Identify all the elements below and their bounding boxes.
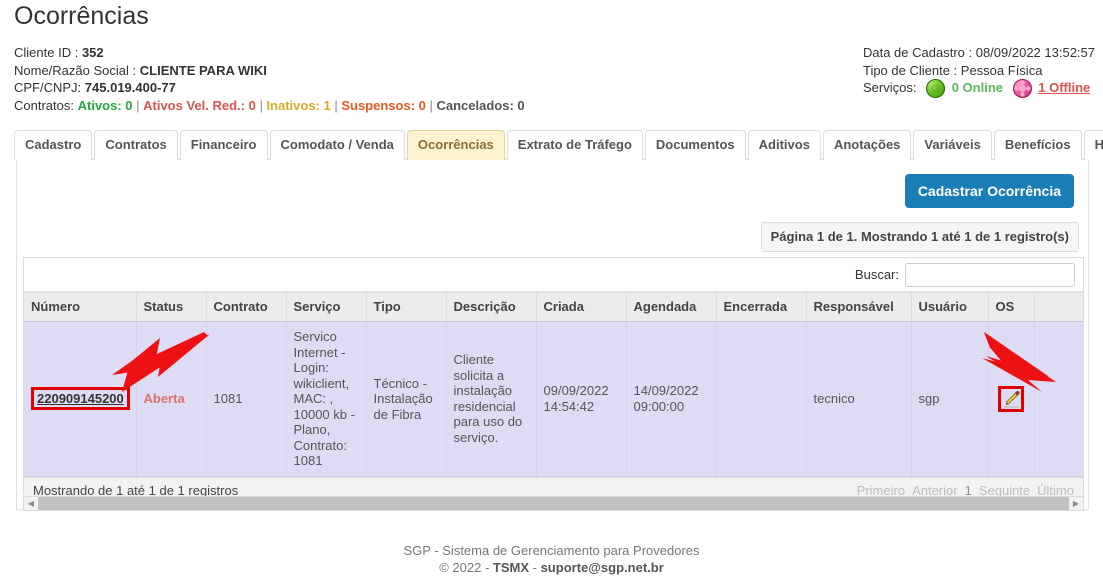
column-header-os[interactable]: OS xyxy=(988,292,1035,322)
encerrada-cell xyxy=(716,321,807,477)
contracts-ativos: Ativos: 0 xyxy=(77,97,133,113)
criada-cell: 09/09/2022 14:54:42 xyxy=(536,321,627,477)
client-name-label: Nome/Razão Social : xyxy=(14,62,137,78)
status-badge: Aberta xyxy=(143,391,185,406)
column-header-criada[interactable]: Criada xyxy=(536,292,627,322)
footer-line-1: SGP - Sistema de Gerenciamento para Prov… xyxy=(403,543,700,558)
cadastrar-ocorrencia-button[interactable]: Cadastrar Ocorrência xyxy=(904,174,1074,208)
client-name-row: Nome/Razão Social : CLIENTE PARA WIKI xyxy=(14,62,525,80)
pink-dizzy-circle-icon xyxy=(1012,79,1032,99)
tab-ocorr-ncias[interactable]: Ocorrências xyxy=(406,130,505,160)
table-row: 220909145200 Aberta 1081 Servico Internet -… xyxy=(24,321,1083,477)
contracts-suspensos: Suspensos: 0 xyxy=(341,97,426,113)
green-circle-icon xyxy=(926,79,946,99)
client-doc-row: CPF/CNPJ: 745.019.400-77 xyxy=(14,79,525,97)
footer-brand: TSMX xyxy=(492,560,530,575)
offline-count-link[interactable]: 1 Offline xyxy=(1038,80,1090,95)
column-header-tipo[interactable]: Tipo xyxy=(366,292,447,322)
search-label: Buscar: xyxy=(854,267,899,282)
search-bar: Buscar: xyxy=(24,258,1083,292)
column-header-n-mero[interactable]: Número xyxy=(24,292,137,322)
servico-cell: Servico Internet - Login: wikiclient, MA… xyxy=(286,321,367,477)
tab-bar: Cadastro Contratos Financeiro Comodato / Ve… xyxy=(14,128,1103,160)
occurrence-number-link[interactable]: 220909145200 xyxy=(31,387,130,411)
column-header-respons-vel[interactable]: Responsável xyxy=(806,292,912,322)
meta-info-block: Data de Cadastro : 08/09/2022 13:52:57 T… xyxy=(862,44,1095,99)
client-contracts-row: Contratos: Ativos: 0 | Ativos Vel. Red.:… xyxy=(14,97,525,113)
client-id-row: Cliente ID : 352 xyxy=(14,44,525,62)
usuario-cell: sgp xyxy=(911,321,989,477)
column-header-actions[interactable] xyxy=(1034,292,1083,322)
search-input[interactable] xyxy=(905,262,1075,287)
scroll-right-arrow-icon[interactable]: ▶ xyxy=(1069,497,1083,510)
column-header-servi-o[interactable]: Serviço xyxy=(286,292,367,322)
online-count: 0 Online xyxy=(951,80,1003,95)
occurrences-table-wrapper: Buscar: Número Status Contrato Serviço Tipo D… xyxy=(23,257,1084,503)
client-id-value: 352 xyxy=(81,45,104,60)
column-header-descri-o[interactable]: Descrição xyxy=(446,292,537,322)
page-title: Ocorrências xyxy=(14,2,149,30)
client-info-block: Cliente ID : 352 Nome/Razão Social : CLI… xyxy=(14,44,525,114)
tab-financeiro[interactable]: Financeiro xyxy=(179,130,268,160)
page-footer: SGP - Sistema de Gerenciamento para Prov… xyxy=(0,542,1103,576)
page-info-badge: Página 1 de 1. Mostrando 1 até 1 de 1 re… xyxy=(760,222,1079,252)
client-doc-value: 745.019.400-77 xyxy=(84,80,176,95)
footer-line-2: © 2022 - TSMX - suporte@sgp.net.br xyxy=(0,559,1103,576)
occurrences-table: Número Status Contrato Serviço Tipo Descrição… xyxy=(24,292,1083,477)
client-id-label: Cliente ID : xyxy=(14,45,79,60)
contrato-cell: 1081 xyxy=(206,321,287,477)
content-panel: Cadastrar Ocorrência Página 1 de 1. Most… xyxy=(16,160,1089,511)
horizontal-scrollbar[interactable]: ◀ ▶ xyxy=(23,496,1084,511)
contracts-inativos: Inativos: 1 xyxy=(266,97,331,113)
tab-contratos[interactable]: Contratos xyxy=(94,130,178,160)
contracts-cancelados: Cancelados: 0 xyxy=(436,97,525,113)
client-doc-label: CPF/CNPJ: xyxy=(14,80,82,95)
table-body: 220909145200 Aberta 1081 Servico Internet -… xyxy=(24,321,1083,477)
actions-cell xyxy=(1034,321,1083,477)
tab-benef-cios[interactable]: Benefícios xyxy=(993,130,1082,160)
pencil-edit-icon[interactable] xyxy=(1002,390,1022,410)
status-cell: Aberta xyxy=(136,321,207,477)
services-label: Serviços: xyxy=(862,80,917,95)
responsavel-cell: tecnico xyxy=(806,321,912,477)
os-highlight-box xyxy=(998,385,1024,412)
client-name-value: CLIENTE PARA WIKI xyxy=(139,62,267,78)
footer-dash: - xyxy=(529,560,541,575)
column-header-usu-rio[interactable]: Usuário xyxy=(911,292,989,322)
tab-cadastro[interactable]: Cadastro xyxy=(14,130,93,160)
tab-extrato-de-tr-fego[interactable]: Extrato de Tráfego xyxy=(506,130,643,160)
scroll-left-arrow-icon[interactable]: ◀ xyxy=(24,497,38,510)
tipo-cell: Técnico - Instalação de Fibra xyxy=(366,321,447,477)
tab-vari-veis[interactable]: Variáveis xyxy=(913,130,992,160)
tab-comodato-venda[interactable]: Comodato / Venda xyxy=(269,130,405,160)
tab-hist-rico[interactable]: Histórico xyxy=(1083,130,1103,160)
tab-anota-es[interactable]: Anotações xyxy=(822,130,912,160)
column-header-status[interactable]: Status xyxy=(136,292,207,322)
client-type: Tipo de Cliente : Pessoa Física xyxy=(862,62,1043,78)
tab-documentos[interactable]: Documentos xyxy=(644,130,746,160)
table-header-row: Número Status Contrato Serviço Tipo Descrição… xyxy=(24,292,1083,322)
os-cell xyxy=(988,321,1035,477)
numero-cell: 220909145200 xyxy=(24,321,137,477)
column-header-contrato[interactable]: Contrato xyxy=(206,292,287,322)
descricao-cell: Cliente solicita a instalação residencia… xyxy=(446,321,537,477)
footer-email: suporte@sgp.net.br xyxy=(540,560,664,575)
footer-copyright: © 2022 - xyxy=(439,560,493,575)
contracts-ativos-vel-red: Ativos Vel. Red.: 0 xyxy=(143,97,256,113)
contracts-label: Contratos: xyxy=(14,97,74,113)
column-header-encerrada[interactable]: Encerrada xyxy=(716,292,807,322)
scrollbar-thumb[interactable] xyxy=(38,497,1069,510)
agendada-cell: 14/09/2022 09:00:00 xyxy=(626,321,717,477)
column-header-agendada[interactable]: Agendada xyxy=(626,292,717,322)
services-row: Serviços: 0 Online 1 Offline xyxy=(862,79,1095,99)
tab-aditivos[interactable]: Aditivos xyxy=(747,130,821,160)
registration-date: Data de Cadastro : 08/09/2022 13:52:57 xyxy=(862,45,1095,60)
